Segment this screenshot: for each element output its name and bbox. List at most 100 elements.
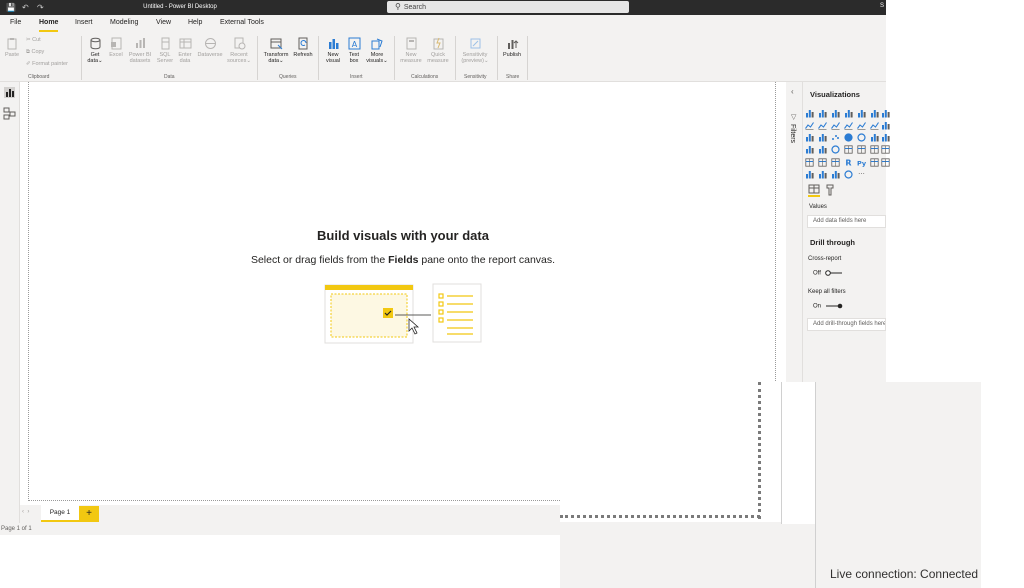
visual-type-bars-icon[interactable] xyxy=(831,109,840,118)
sql-server-button[interactable]: SQL Server xyxy=(155,37,175,64)
cut-button[interactable]: ✂ Cut xyxy=(26,37,41,43)
visual-type-card-icon[interactable] xyxy=(870,158,879,167)
visual-type-card-icon[interactable] xyxy=(844,145,853,154)
ribbon-separator xyxy=(394,36,395,80)
zoomed-pane-divider xyxy=(781,382,782,524)
visual-type-card-icon[interactable] xyxy=(857,145,866,154)
visual-type-story-icon[interactable] xyxy=(831,170,840,179)
visual-type-kpi-icon[interactable] xyxy=(881,145,890,154)
group-sensitivity: Sensitivity xyxy=(464,74,487,80)
tab-help[interactable]: Help xyxy=(188,19,202,26)
add-page-button[interactable]: + xyxy=(79,506,99,522)
search-input[interactable]: ⚲ Search xyxy=(387,1,629,13)
visual-type-pie-icon[interactable] xyxy=(844,133,853,142)
bar-chart-icon xyxy=(328,39,338,49)
keep-filters-toggle[interactable]: On xyxy=(813,303,843,310)
quick-measure-button[interactable]: Quick measure xyxy=(425,37,451,64)
visual-type-line-icon[interactable] xyxy=(844,121,853,130)
excel-button[interactable]: Excel xyxy=(107,37,125,58)
visual-type-bars-icon[interactable] xyxy=(857,109,866,118)
visual-type-qa-icon[interactable] xyxy=(818,170,827,179)
svg-text:···: ··· xyxy=(858,170,865,178)
power-bi-datasets-button[interactable]: Power BI datasets xyxy=(127,37,153,64)
visual-type-cols-icon[interactable] xyxy=(881,109,890,118)
visual-type-funnel-icon[interactable] xyxy=(818,133,827,142)
menu-bar: File Home Insert Modeling View Help Exte… xyxy=(0,15,886,32)
visual-type-map-icon[interactable] xyxy=(805,145,814,154)
drill-through-field-well[interactable]: Add drill-through fields here xyxy=(807,318,886,331)
tab-external-tools[interactable]: External Tools xyxy=(220,19,264,26)
transform-data-button[interactable]: Transform data⌄ xyxy=(261,37,291,64)
more-visuals-button[interactable]: More visuals⌄ xyxy=(365,37,389,64)
refresh-button[interactable]: Refresh xyxy=(292,37,314,58)
dataverse-icon xyxy=(204,38,216,49)
new-visual-button[interactable]: New visual xyxy=(322,37,344,64)
sensitivity-button[interactable]: Sensitivity (preview)⌄ xyxy=(458,37,492,64)
collapse-chevron-icon[interactable]: ‹ xyxy=(791,87,794,96)
visual-type-bars-icon[interactable] xyxy=(805,109,814,118)
search-placeholder: Search xyxy=(403,4,427,11)
visual-type-cols-icon[interactable] xyxy=(844,109,853,118)
copy-button[interactable]: ⧉ Copy xyxy=(26,49,44,56)
drag-fields-illustration xyxy=(324,283,482,344)
dataverse-button[interactable]: Dataverse xyxy=(196,37,224,58)
visual-type-cols-icon[interactable] xyxy=(881,121,890,130)
visual-type-slicer-icon[interactable] xyxy=(805,158,814,167)
visual-type-donut-icon[interactable] xyxy=(857,133,866,142)
tab-modeling[interactable]: Modeling xyxy=(110,19,138,26)
recent-sources-button[interactable]: Recent sources⌄ xyxy=(226,37,252,64)
build-visual-tabs xyxy=(808,184,834,197)
visual-type-tree-icon[interactable] xyxy=(881,133,890,142)
visual-type-cols-icon[interactable] xyxy=(818,109,827,118)
visual-type-key-icon[interactable] xyxy=(805,170,814,179)
visual-type-scatter-icon[interactable] xyxy=(831,133,840,142)
text-box-button[interactable]: A Text box xyxy=(344,37,364,64)
visual-type-line-icon[interactable] xyxy=(805,121,814,130)
group-share: Share xyxy=(506,74,520,80)
visual-type-area-icon[interactable] xyxy=(818,121,827,130)
tab-home[interactable]: Home xyxy=(39,19,59,32)
visual-type-globe-icon[interactable] xyxy=(844,170,853,179)
visual-type-R-icon[interactable]: R xyxy=(844,158,853,168)
visual-type-more-icon[interactable]: ··· xyxy=(857,170,866,179)
visual-type-Py-icon[interactable]: Py xyxy=(857,158,866,168)
user-avatar[interactable]: S xyxy=(880,3,884,9)
visual-type-ribbon-icon[interactable] xyxy=(870,121,879,130)
visual-type-card-icon[interactable] xyxy=(881,158,890,167)
transform-icon xyxy=(270,38,282,50)
tab-file[interactable]: File xyxy=(10,19,21,26)
canvas-subtitle: Select or drag fields from the Fields pa… xyxy=(250,254,556,266)
cross-report-toggle[interactable]: Off xyxy=(813,270,843,277)
ribbon-separator xyxy=(527,36,528,80)
report-view-icon[interactable] xyxy=(3,86,16,99)
values-field-well[interactable]: Add data fields here xyxy=(807,215,886,228)
paste-button[interactable]: Paste xyxy=(3,37,21,58)
more-visuals-icon xyxy=(371,38,383,50)
live-connection-status: Live connection: Connected xyxy=(830,567,979,581)
visual-type-gauge-icon[interactable] xyxy=(831,145,840,154)
visual-type-area-icon[interactable] xyxy=(831,121,840,130)
get-data-button[interactable]: Get data⌄ xyxy=(85,37,105,64)
tab-page-1[interactable]: Page 1 xyxy=(41,505,79,522)
visual-type-kpi-icon[interactable] xyxy=(870,145,879,154)
visual-type-cols-icon[interactable] xyxy=(805,133,814,142)
visual-type-matrix-icon[interactable] xyxy=(831,158,840,167)
publish-button[interactable]: Publish xyxy=(500,37,524,58)
visual-type-table-icon[interactable] xyxy=(818,158,827,167)
visual-type-cols-icon[interactable] xyxy=(870,109,879,118)
format-painter-button[interactable]: ✐ Format painter xyxy=(26,61,68,67)
visual-type-map-icon[interactable] xyxy=(818,145,827,154)
visual-type-combo-icon[interactable] xyxy=(857,121,866,130)
enter-data-button[interactable]: Enter data xyxy=(176,37,194,64)
visual-type-tree-icon[interactable] xyxy=(870,133,879,142)
tab-view[interactable]: View xyxy=(156,19,171,26)
status-bar: Page 1 of 1 xyxy=(0,523,560,535)
filters-pane[interactable]: ‹ ▽ Filters xyxy=(786,82,803,382)
page-nav-arrows-icon[interactable]: ‹ › xyxy=(22,509,29,515)
tab-insert[interactable]: Insert xyxy=(75,19,93,26)
copy-icon: ⧉ xyxy=(26,49,30,55)
model-view-icon[interactable] xyxy=(3,107,16,120)
visualizations-pane: Visualizations R Py ··· Values Add data fi… xyxy=(803,82,890,382)
toggle-off-icon xyxy=(824,270,842,276)
new-measure-button[interactable]: New measure xyxy=(398,37,424,64)
